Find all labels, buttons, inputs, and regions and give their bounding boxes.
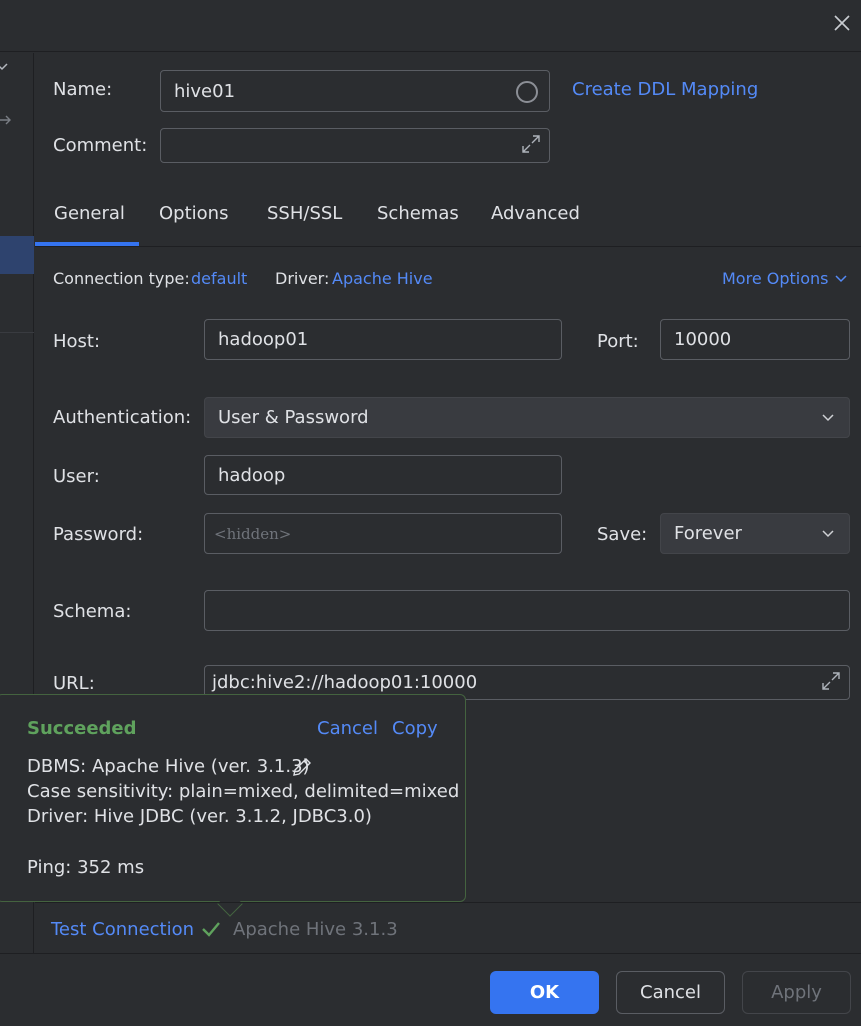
bottom-divider: [35, 902, 861, 903]
port-label: Port:: [597, 331, 639, 352]
cancel-button[interactable]: Cancel: [616, 971, 725, 1014]
arrow-right-icon[interactable]: [0, 112, 12, 131]
test-result-text: Apache Hive 3.1.3: [233, 919, 398, 940]
save-label: Save:: [597, 524, 648, 545]
tab-options[interactable]: Options: [159, 203, 228, 224]
authentication-select[interactable]: User & Password: [204, 397, 850, 438]
popup-copy-link[interactable]: Copy: [392, 718, 438, 739]
tab-schemas[interactable]: Schemas: [377, 203, 459, 224]
authentication-value: User & Password: [218, 407, 369, 428]
expand-icon[interactable]: [819, 669, 843, 693]
dbms-info: DBMS: Apache Hive (ver. 3.1.3): [27, 756, 310, 777]
user-label: User:: [53, 466, 100, 487]
connection-type-label: Connection type:: [53, 269, 190, 288]
host-value: hadoop01: [218, 329, 309, 350]
create-ddl-mapping-link[interactable]: Create DDL Mapping: [572, 79, 758, 100]
user-input[interactable]: hadoop: [204, 455, 562, 495]
authentication-label: Authentication:: [53, 407, 192, 428]
tab-ssh-ssl[interactable]: SSH/SSL: [267, 203, 342, 224]
more-options-link[interactable]: More Options: [722, 269, 828, 288]
status-circle-icon: [516, 81, 538, 103]
password-label: Password:: [53, 524, 144, 545]
save-select[interactable]: Forever: [660, 513, 850, 554]
schema-input[interactable]: [204, 590, 850, 631]
chevron-down-icon[interactable]: [0, 60, 10, 80]
chevron-down-icon: [821, 409, 835, 423]
test-connection-link[interactable]: Test Connection: [51, 919, 194, 940]
popup-cancel-link[interactable]: Cancel: [317, 718, 378, 739]
save-value: Forever: [674, 523, 742, 544]
name-value: hive01: [174, 80, 236, 102]
tab-divider: [35, 246, 861, 247]
port-value: 10000: [674, 329, 732, 350]
connection-type-link[interactable]: default: [191, 269, 247, 288]
checkmark-icon: [200, 918, 222, 940]
port-input[interactable]: 10000: [660, 319, 850, 360]
url-label: URL:: [53, 673, 95, 694]
footer-divider: [0, 953, 861, 954]
host-label: Host:: [53, 331, 101, 352]
status-succeeded: Succeeded: [27, 718, 137, 739]
expand-icon[interactable]: [519, 132, 543, 156]
password-placeholder: <hidden>: [214, 524, 292, 543]
driver-label: Driver:: [275, 269, 330, 288]
driver-info: Driver: Hive JDBC (ver. 3.1.2, JDBC3.0): [27, 806, 372, 827]
chevron-down-icon: [821, 525, 835, 539]
case-sensitivity-info: Case sensitivity: plain=mixed, delimited…: [27, 781, 460, 802]
tab-advanced[interactable]: Advanced: [491, 203, 580, 224]
password-input[interactable]: <hidden>: [204, 513, 562, 554]
schema-label: Schema:: [53, 601, 132, 622]
sidebar-divider: [0, 332, 34, 333]
sidebar-selected-item[interactable]: [0, 236, 34, 274]
ping-info: Ping: 352 ms: [27, 857, 145, 878]
ok-button[interactable]: OK: [490, 971, 599, 1014]
tab-general[interactable]: General: [54, 203, 125, 224]
comment-label: Comment:: [53, 135, 148, 156]
comment-input[interactable]: [160, 128, 550, 163]
edit-pencil-icon[interactable]: [290, 755, 314, 779]
driver-link[interactable]: Apache Hive: [332, 269, 433, 288]
title-bar: [0, 0, 861, 52]
url-value: jdbc:hive2://hadoop01:10000: [212, 672, 478, 693]
name-label: Name:: [53, 79, 113, 100]
close-icon[interactable]: [827, 8, 857, 38]
host-input[interactable]: hadoop01: [204, 319, 562, 360]
name-input[interactable]: hive01: [160, 70, 550, 112]
chevron-down-icon[interactable]: [834, 270, 848, 284]
apply-button[interactable]: Apply: [742, 971, 851, 1014]
user-value: hadoop: [218, 464, 286, 486]
